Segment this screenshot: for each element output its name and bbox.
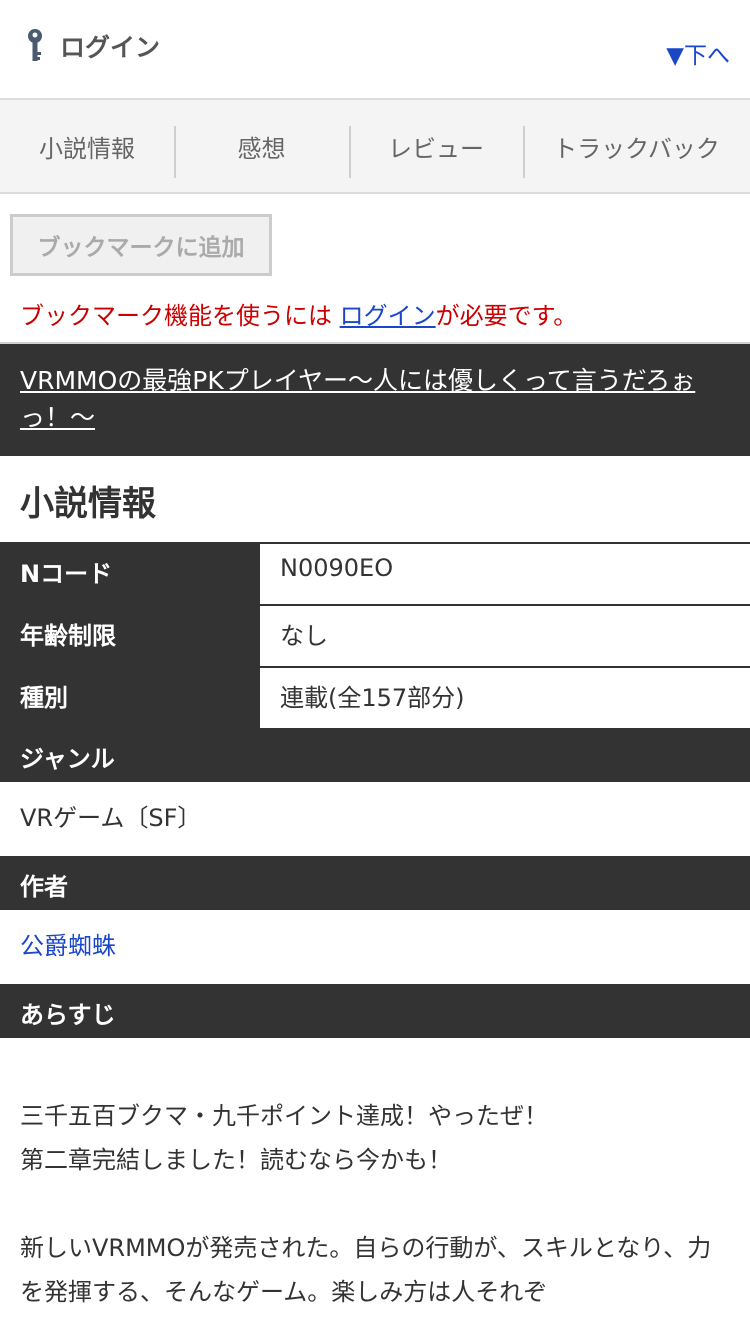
bookmark-note-prefix: ブックマーク機能を使うには: [20, 302, 340, 330]
add-bookmark-button[interactable]: ブックマークに追加: [10, 214, 272, 276]
info-row-type: 種別 連載(全157部分): [0, 666, 750, 728]
synopsis-text: 三千五百ブクマ・九千ポイント達成！やったぜ！ 第二章完結しました！読むなら今かも…: [0, 1038, 750, 1314]
login-link[interactable]: ログイン: [24, 28, 160, 64]
synopsis-heading: あらすじ: [0, 984, 750, 1038]
synopsis-line-1: 三千五百ブクマ・九千ポイント達成！やったぜ！: [20, 1102, 548, 1130]
bookmark-note-suffix: が必要です。: [435, 302, 578, 330]
genre-value: VRゲーム〔SF〕: [20, 804, 202, 832]
synopsis-line-2: 第二章完結しました！読むなら今かも！: [20, 1146, 452, 1174]
scroll-down-link[interactable]: ▼下へ: [666, 36, 730, 70]
author-link[interactable]: 公爵蜘蛛: [0, 910, 750, 984]
age-limit-label: 年齢制限: [0, 606, 260, 666]
info-row-ncode: Nコード N0090EO: [0, 542, 750, 604]
ncode-value: N0090EO: [280, 554, 394, 582]
bookmark-login-note: ブックマーク機能を使うには ログインが必要です。: [20, 296, 740, 331]
novel-title-link[interactable]: VRMMOの最強PKプレイヤー〜人には優しくって言うだろぉっ！〜: [20, 366, 695, 432]
tab-impressions[interactable]: 感想: [174, 100, 349, 192]
tab-novel-info[interactable]: 小説情報: [0, 100, 174, 192]
bookmark-login-link[interactable]: ログイン: [340, 302, 436, 330]
type-label: 種別: [0, 668, 260, 728]
type-value: 連載(全157部分): [280, 684, 465, 712]
genre-heading: ジャンル: [0, 728, 750, 782]
synopsis-line-3: 新しいVRMMOが発売された。自らの行動が、スキルとなり、力を発揮する、そんなゲ…: [20, 1234, 712, 1306]
info-row-age-limit: 年齢制限 なし: [0, 604, 750, 666]
top-bar: ログイン ▼下へ: [0, 0, 750, 100]
age-limit-value: なし: [280, 622, 328, 650]
ncode-label: Nコード: [0, 544, 260, 604]
page-title: 小説情報: [20, 484, 156, 524]
novel-title-bar: VRMMOの最強PKプレイヤー〜人には優しくって言うだろぉっ！〜: [0, 344, 750, 456]
tab-review[interactable]: レビュー: [349, 100, 523, 192]
login-label: ログイン: [60, 33, 161, 62]
key-icon: [28, 29, 42, 61]
bookmark-area: ブックマークに追加 ブックマーク機能を使うには ログインが必要です。: [0, 194, 750, 344]
tab-trackback[interactable]: トラックバック: [523, 100, 750, 192]
author-heading: 作者: [0, 856, 750, 910]
novel-tabs: 小説情報 感想 レビュー トラックバック: [0, 100, 750, 194]
